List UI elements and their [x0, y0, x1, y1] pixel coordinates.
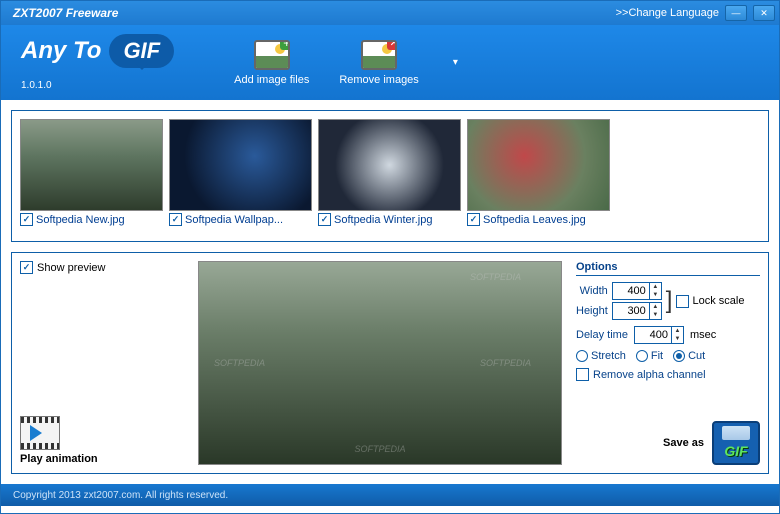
add-images-label: Add image files — [234, 74, 309, 86]
watermark: SOFTPEDIA — [214, 358, 265, 368]
remove-images-button[interactable]: ✕ Remove images — [339, 40, 418, 86]
width-down[interactable]: ▼ — [650, 291, 661, 299]
options-panel: Options Width ▲▼ Height ▲▼ — [570, 261, 760, 465]
film-icon — [20, 416, 60, 450]
scale-mode-radios: Stretch Fit Cut — [576, 350, 760, 362]
thumbnail-filename: Softpedia Winter.jpg — [334, 214, 432, 226]
thumbnail-item[interactable]: ✓ Softpedia Wallpap... — [169, 119, 312, 233]
minimize-button[interactable]: — — [725, 5, 747, 21]
stretch-radio[interactable]: Stretch — [576, 350, 626, 362]
titlebar: ZXT2007 Freeware >>Change Language — ✕ — [1, 1, 779, 25]
delay-down[interactable]: ▼ — [672, 335, 683, 343]
add-images-button[interactable]: + Add image files — [234, 40, 309, 86]
remove-images-label: Remove images — [339, 74, 418, 86]
close-button[interactable]: ✕ — [753, 5, 775, 21]
play-animation-button[interactable]: Play animation — [20, 416, 190, 465]
watermark: SOFTPEDIA — [480, 358, 531, 368]
save-as-label: Save as — [663, 437, 704, 449]
height-input[interactable]: ▲▼ — [612, 302, 662, 320]
watermark: SOFTPEDIA — [470, 272, 521, 282]
height-label: Height — [576, 305, 608, 317]
width-input[interactable]: ▲▼ — [612, 282, 662, 300]
height-value[interactable] — [613, 303, 649, 319]
lower-panel: ✓ Show preview Play animation SOFTPEDIA … — [11, 252, 769, 474]
app-title: ZXT2007 Freeware — [5, 6, 118, 20]
delay-up[interactable]: ▲ — [672, 327, 683, 335]
fit-radio[interactable]: Fit — [636, 350, 663, 362]
thumbnail-checkbox[interactable]: ✓ — [467, 213, 480, 226]
brand-any-to: Any To — [21, 37, 101, 65]
thumbnail-filename: Softpedia Leaves.jpg — [483, 214, 586, 226]
preview-left-col: ✓ Show preview Play animation — [20, 261, 190, 465]
delay-input[interactable]: ▲▼ — [634, 326, 684, 344]
save-gif-icon-text: GIF — [724, 443, 747, 459]
thumbnail-checkbox[interactable]: ✓ — [20, 213, 33, 226]
thumbnail-list: ✓ Softpedia New.jpg ✓ Softpedia Wallpap.… — [11, 110, 769, 242]
toolbar: + Add image files ✕ Remove images ▾ — [234, 40, 462, 86]
add-image-icon: + — [254, 40, 290, 70]
change-language-link[interactable]: >>Change Language — [616, 7, 719, 19]
delay-label: Delay time — [576, 329, 628, 341]
delay-value[interactable] — [635, 327, 671, 343]
lock-scale-checkbox[interactable] — [676, 295, 689, 308]
show-preview-checkbox[interactable]: ✓ — [20, 261, 33, 274]
watermark: SOFTPEDIA — [354, 444, 405, 454]
brand-gif: GIF — [109, 34, 174, 68]
footer: Copyright 2013 zxt2007.com. All rights r… — [1, 484, 779, 506]
brand: Any To GIF 1.0.1.0 — [21, 34, 174, 91]
width-value[interactable] — [613, 283, 649, 299]
thumbnail-item[interactable]: ✓ Softpedia Winter.jpg — [318, 119, 461, 233]
copyright-text: Copyright 2013 zxt2007.com. All rights r… — [13, 490, 228, 501]
height-down[interactable]: ▼ — [650, 311, 661, 319]
thumbnail-item[interactable]: ✓ Softpedia Leaves.jpg — [467, 119, 610, 233]
lock-bracket: ] — [666, 283, 673, 319]
version-label: 1.0.1.0 — [21, 80, 174, 91]
save-as-button[interactable]: GIF — [712, 421, 760, 465]
remove-alpha-checkbox[interactable] — [576, 368, 589, 381]
play-animation-label: Play animation — [20, 453, 98, 465]
cut-radio[interactable]: Cut — [673, 350, 705, 362]
thumbnail-image — [318, 119, 461, 211]
height-up[interactable]: ▲ — [650, 303, 661, 311]
preview-image: SOFTPEDIA SOFTPEDIA SOFTPEDIA SOFTPEDIA — [198, 261, 562, 465]
options-title: Options — [576, 261, 760, 276]
remove-alpha-label: Remove alpha channel — [593, 369, 706, 381]
remove-image-icon: ✕ — [361, 40, 397, 70]
show-preview-label: Show preview — [37, 262, 105, 274]
thumbnail-image — [20, 119, 163, 211]
thumbnail-image — [467, 119, 610, 211]
thumbnail-filename: Softpedia New.jpg — [36, 214, 125, 226]
delay-unit: msec — [690, 329, 716, 341]
thumbnail-checkbox[interactable]: ✓ — [318, 213, 331, 226]
toolbar-dropdown-arrow[interactable]: ▾ — [449, 57, 462, 68]
show-preview-row: ✓ Show preview — [20, 261, 190, 274]
width-up[interactable]: ▲ — [650, 283, 661, 291]
lock-scale-label: Lock scale — [692, 295, 744, 307]
thumbnail-item[interactable]: ✓ Softpedia New.jpg — [20, 119, 163, 233]
thumbnail-checkbox[interactable]: ✓ — [169, 213, 182, 226]
width-label: Width — [580, 285, 608, 297]
thumbnail-filename: Softpedia Wallpap... — [185, 214, 283, 226]
header: Any To GIF 1.0.1.0 + Add image files ✕ R… — [1, 25, 779, 100]
thumbnail-image — [169, 119, 312, 211]
